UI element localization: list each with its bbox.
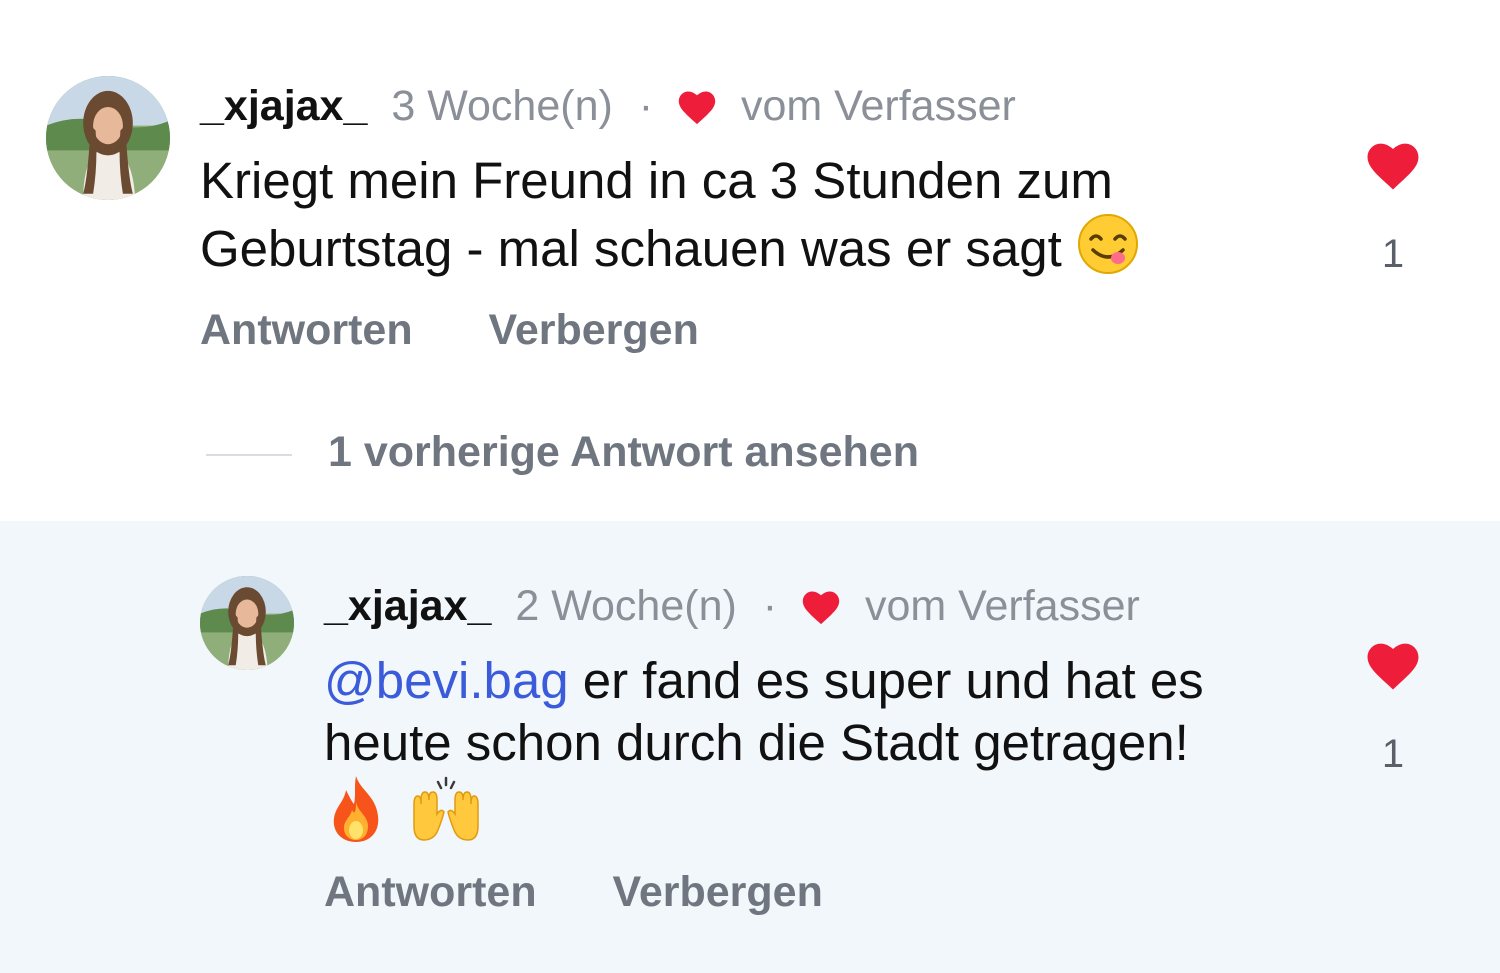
author-liked-heart-icon — [802, 591, 840, 625]
comments-screen: _xjajax_ 3 Woche(n) · vom Verfasser Krie… — [0, 0, 1500, 973]
comment-meta: _xjajax_ 3 Woche(n) · vom Verfasser — [200, 80, 1016, 132]
comment-text-line: Geburtstag - mal schauen was er sagt — [200, 212, 1140, 290]
like-count: 1 — [1381, 232, 1405, 276]
yum-face-icon — [1076, 212, 1140, 290]
separator-dot: · — [638, 82, 654, 130]
hide-button[interactable]: Verbergen — [489, 304, 699, 356]
author-liked-label: vom Verfasser — [865, 582, 1140, 630]
avatar[interactable] — [46, 76, 170, 200]
reply-button[interactable]: Antworten — [324, 866, 537, 918]
like-control: 1 — [1361, 136, 1425, 276]
username[interactable]: _xjajax_ — [324, 582, 491, 630]
comment-text: @bevi.bag er fand es super und hat es he… — [324, 650, 1204, 846]
timestamp: 2 Woche(n) — [515, 582, 737, 630]
hide-button[interactable]: Verbergen — [613, 866, 823, 918]
comment-text-line: Kriegt mein Freund in ca 3 Stunden zum — [200, 152, 1113, 209]
like-count: 1 — [1381, 732, 1405, 776]
like-control: 1 — [1361, 636, 1425, 776]
raising-hands-icon — [408, 774, 484, 858]
view-previous-replies[interactable]: 1 vorherige Antwort ansehen — [206, 426, 919, 478]
comment-text-segment: Geburtstag - mal schauen was er sagt — [200, 220, 1062, 277]
like-heart-icon[interactable] — [1362, 136, 1424, 192]
like-heart-icon[interactable] — [1362, 636, 1424, 692]
comment-text-line: @bevi.bag er fand es super und hat es — [324, 650, 1204, 712]
avatar[interactable] — [200, 576, 294, 670]
comment-actions: Antworten Verbergen — [200, 304, 699, 356]
comment-actions: Antworten Verbergen — [324, 866, 823, 918]
separator-dot: · — [762, 582, 778, 630]
comment-text: Kriegt mein Freund in ca 3 Stunden zum G… — [200, 150, 1140, 290]
author-liked-heart-icon — [678, 91, 716, 125]
author-liked-label: vom Verfasser — [741, 82, 1016, 130]
mention-link[interactable]: @bevi.bag — [324, 652, 569, 709]
emoji-line — [324, 774, 1204, 846]
reply-button[interactable]: Antworten — [200, 304, 413, 356]
comment-text-line: heute schon durch die Stadt getragen! — [324, 714, 1189, 771]
reply-thread-line — [206, 453, 292, 456]
username[interactable]: _xjajax_ — [200, 82, 367, 130]
comment-meta: _xjajax_ 2 Woche(n) · vom Verfasser — [324, 580, 1140, 632]
fire-icon — [324, 774, 388, 858]
timestamp: 3 Woche(n) — [391, 82, 613, 130]
view-previous-label: 1 vorherige Antwort ansehen — [328, 428, 919, 476]
comment-text-segment: er fand es super und hat es — [568, 652, 1204, 709]
